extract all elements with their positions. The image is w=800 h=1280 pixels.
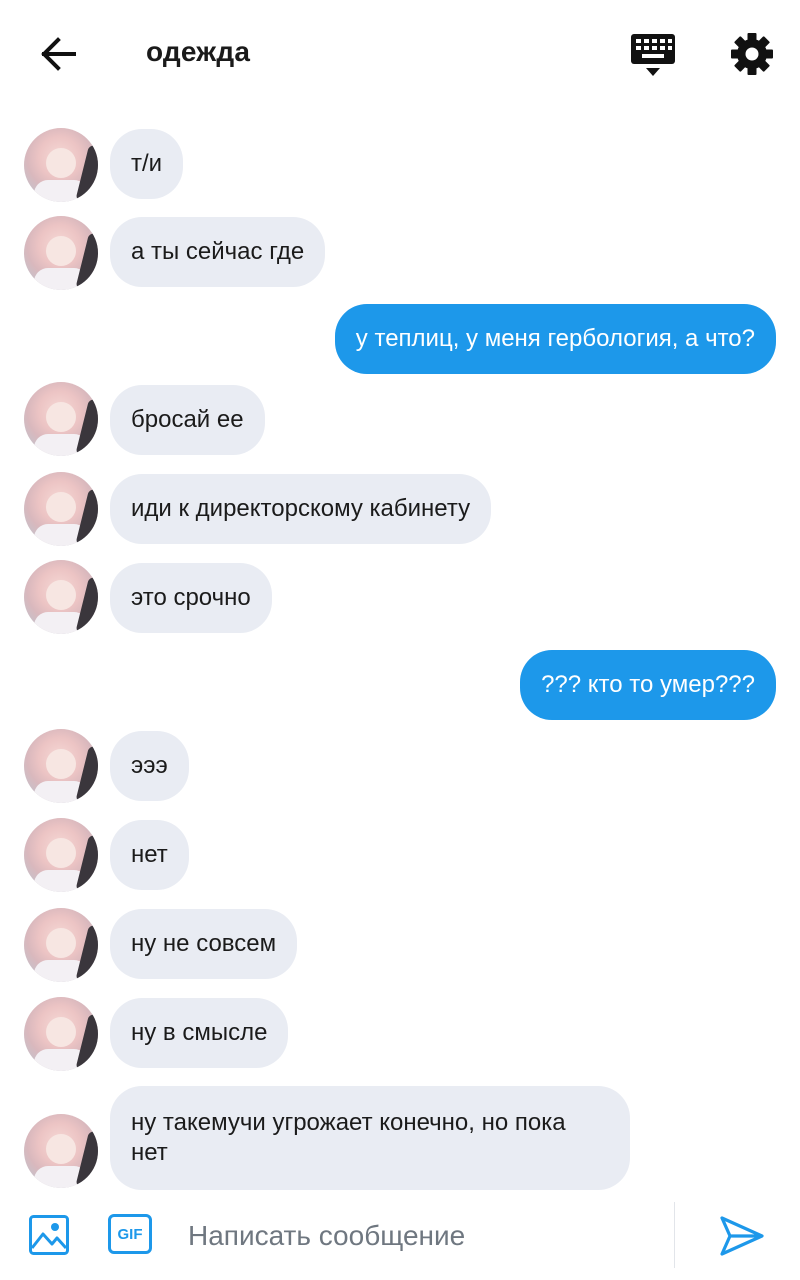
- composer-divider: [674, 1202, 675, 1268]
- message-row-incoming: ну в смысле: [0, 997, 800, 1071]
- message-bubble[interactable]: ну не совсем: [110, 909, 298, 979]
- gear-icon: [731, 33, 773, 75]
- message-bubble[interactable]: т/и: [110, 129, 184, 199]
- message-row-incoming: т/и: [0, 128, 800, 202]
- message-row-outgoing: ??? кто то умер???: [0, 650, 800, 722]
- gif-button[interactable]: GIF: [108, 1214, 152, 1254]
- message-row-incoming: ну такемучи угрожает конечно, но пока не…: [0, 1086, 800, 1190]
- message-bubble[interactable]: ну такемучи угрожает конечно, но пока не…: [110, 1086, 630, 1190]
- settings-button[interactable]: [728, 30, 776, 78]
- chat-header: одежда: [0, 0, 800, 106]
- message-bubble[interactable]: ну в смысле: [110, 998, 289, 1068]
- message-bubble[interactable]: иди к директорскому кабинету: [110, 474, 492, 544]
- arrow-left-icon: [41, 37, 76, 71]
- image-icon: [29, 1215, 69, 1255]
- avatar[interactable]: [24, 908, 98, 982]
- keyboard-button[interactable]: [628, 30, 680, 80]
- message-row-incoming: это срочно: [0, 560, 800, 634]
- message-row-incoming: эээ: [0, 729, 800, 803]
- message-bubble[interactable]: у теплиц, у меня гербология, а что?: [334, 304, 776, 374]
- message-bubble[interactable]: а ты сейчас где: [110, 217, 326, 287]
- send-icon: [720, 1216, 764, 1256]
- message-row-incoming: а ты сейчас где: [0, 216, 800, 290]
- avatar[interactable]: [24, 1114, 98, 1188]
- message-bubble[interactable]: бросай ее: [110, 385, 265, 455]
- message-row-incoming: иди к директорскому кабинету: [0, 472, 800, 546]
- avatar[interactable]: [24, 560, 98, 634]
- message-composer: GIF: [0, 1198, 800, 1280]
- avatar[interactable]: [24, 729, 98, 803]
- message-list[interactable]: т/и а ты сейчас где у теплиц, у меня гер…: [0, 106, 800, 1198]
- avatar[interactable]: [24, 382, 98, 456]
- message-bubble[interactable]: это срочно: [110, 563, 272, 633]
- back-button[interactable]: [34, 32, 82, 76]
- avatar[interactable]: [24, 128, 98, 202]
- message-row-incoming: нет: [0, 818, 800, 892]
- message-input[interactable]: [188, 1214, 658, 1258]
- keyboard-icon: [631, 34, 675, 76]
- send-button[interactable]: [718, 1214, 766, 1258]
- avatar[interactable]: [24, 997, 98, 1071]
- message-row-outgoing: у теплиц, у меня гербология, а что?: [0, 304, 800, 376]
- message-bubble[interactable]: ??? кто то умер???: [520, 650, 776, 720]
- message-row-incoming: бросай ее: [0, 382, 800, 456]
- avatar[interactable]: [24, 472, 98, 546]
- chat-title: одежда: [146, 36, 251, 67]
- avatar[interactable]: [24, 216, 98, 290]
- avatar[interactable]: [24, 818, 98, 892]
- add-image-button[interactable]: [28, 1214, 70, 1256]
- message-bubble[interactable]: нет: [110, 820, 189, 890]
- message-bubble[interactable]: эээ: [110, 731, 189, 801]
- message-row-incoming: ну не совсем: [0, 908, 800, 982]
